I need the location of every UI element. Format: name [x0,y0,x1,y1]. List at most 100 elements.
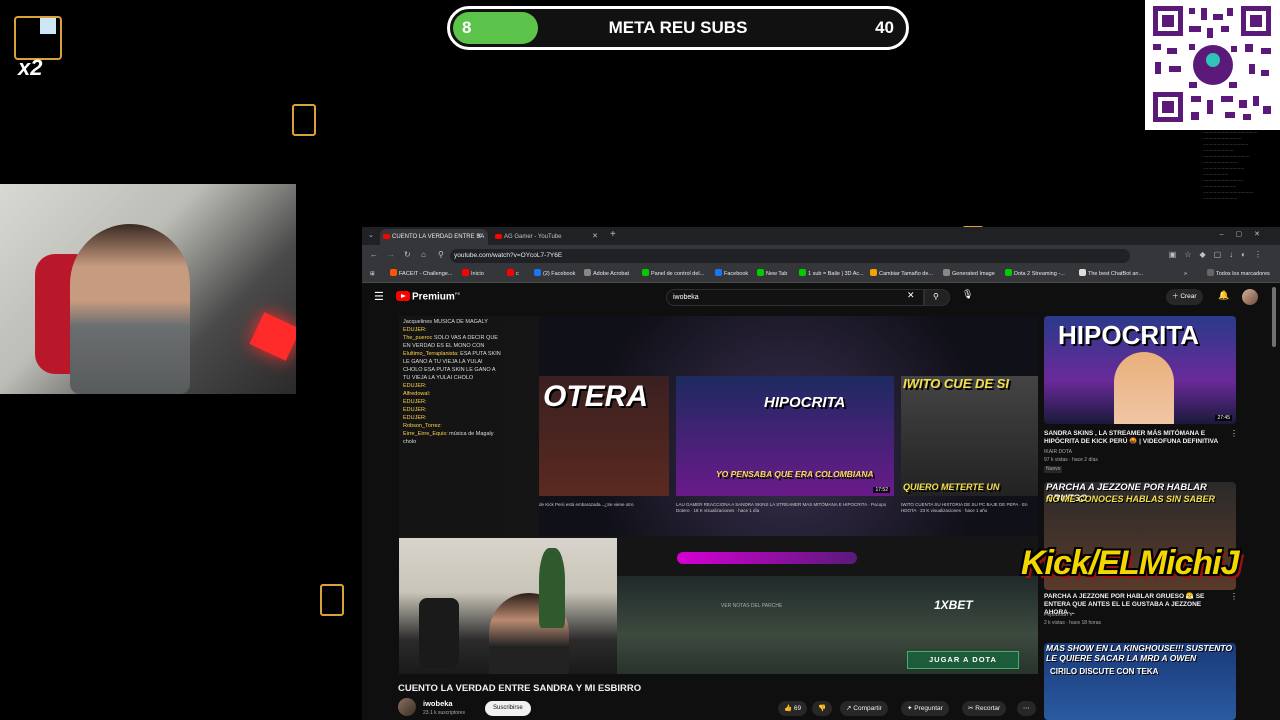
stream-chat-overlay: ········································… [1203,130,1280,210]
play-dota-banner: JUGAR A DOTA [907,651,1019,669]
rec-channel[interactable]: PepoDotaTV [1044,612,1073,619]
bookmark-panel[interactable]: Panel de control del... [642,269,704,279]
sub-goal-target: 40 [875,18,894,37]
scene-thumbnail-2-caption: LAU GAMER REACCIONA A SANDRA SKINS LA ST… [676,502,887,513]
new-tab-icon[interactable]: + [610,229,616,240]
notifications-bell-icon[interactable]: 🔔 [1218,290,1229,301]
bookmark-adobe[interactable]: Adobe Acrobat [584,269,629,279]
more-actions-button[interactable]: ⋯ [1017,701,1036,716]
sponsor-logo: 1XBET [934,598,973,612]
scrollbar[interactable] [1272,287,1276,347]
bookmarks-overflow-icon[interactable]: » [1184,269,1187,279]
scene-thumbnail-3: IWITO CUE DE SI QUIERO METERTE UN [901,376,1038,496]
channel-name[interactable]: iwobeka [423,699,453,708]
christmas-tree [539,548,565,628]
menu-icon[interactable]: ☰ [374,290,384,303]
chat-message: Alfredowal: [403,391,431,397]
close-tab-icon[interactable]: ✕ [592,229,598,245]
video-player[interactable]: Jacquelines MUSICA DE MAGALY EDUJER: The… [399,316,1038,674]
youtube-header: ☰ PremiumPE iwobeka ✕ ⚲ 🎙 ＋ Crear 🔔 [362,283,1280,311]
bookmark-sub-baile[interactable]: 1 sub = Baile | 3D Ac... [799,269,864,279]
scene-thumbnail-3-caption: IWITO CUENTA SU HISTORIA DE SU PC BAJE D… [901,502,1028,513]
create-button[interactable]: ＋ Crear [1166,289,1203,305]
yape-qr-code [1145,0,1280,130]
back-icon[interactable]: ← [370,250,378,259]
sub-goal-bar: 8 META REU SUBS 40 [447,6,909,50]
pixel-trophy-icon [292,104,316,136]
subscribe-button[interactable]: Suscribirse [485,701,531,716]
browser-window: ⌄ CUENTO LA VERDAD ENTRE SA ✕ AG Gamer -… [362,227,1280,720]
red-light [249,312,296,361]
thumbs-up-icon: 👍 [784,705,793,712]
play-triangle-icon [401,293,406,298]
scene-thumbnail-1-caption: de Kick Perú está embarazada...¿Se viene… [539,502,634,507]
chat-message: EDUJER: [403,415,427,421]
dislike-button[interactable]: 👎 [812,701,833,716]
search-button[interactable]: ⚲ [924,289,950,306]
bookmark-inicio[interactable]: Inicio [462,269,484,279]
bookmark-facebook-2[interactable]: (2) Facebook [534,269,575,279]
chat-message: Elultimo_Terraplanista: ESA PUTA SKIN LE… [403,351,501,381]
all-bookmarks[interactable]: Todos los marcadores [1207,269,1270,279]
sparkle-icon: ✦ [907,705,913,712]
bookmark-cambiar[interactable]: Cambiar Tamaño de... [870,269,933,279]
more-icon: ⋯ [1023,705,1030,712]
scissors-icon: ✂ [968,705,974,712]
bookmark-chatbot[interactable]: The best ChatBot an... [1079,269,1143,279]
duration-badge: 17:52 [873,487,890,493]
scene-thumbnail-1: OTERA [539,376,669,496]
tab-bar: ⌄ CUENTO LA VERDAD ENTRE SA ✕ AG Gamer -… [362,227,1280,245]
rec-title[interactable]: SANDRA SKINS , LA STREAMER MÁS MITÓMANA … [1044,430,1224,446]
tab-video[interactable]: CUENTO LA VERDAD ENTRE SA ✕ [380,229,488,245]
chat-message: Robson_Torrez: [403,423,442,429]
chat-message: The_pueroc SOLO VAS A DECIR QUE EN VERDA… [403,335,498,349]
search-icon: ⚲ [933,292,939,301]
microphone-icon[interactable]: 🎙 [962,289,973,300]
rec-more-icon[interactable]: ⋮ [1230,429,1238,438]
bookmark-dota-streaming[interactable]: Dota 2 Streaming -... [1005,269,1065,279]
chat-line: ·························· [1203,196,1238,201]
youtube-premium-label[interactable]: PremiumPE [412,291,460,302]
bookmarks-bar: ⊞ FACEIT - Challenge... Inicio c (2) Fac… [362,267,1280,283]
like-button[interactable]: 👍 69 [778,701,808,716]
share-button[interactable]: ↗ Compartir [840,701,888,716]
window-controls[interactable]: –▢✕ [1220,230,1272,238]
tab-search-icon[interactable]: ⌄ [368,231,374,239]
clip-button[interactable]: ✂ Recortar [962,701,1007,716]
channel-avatar[interactable] [398,698,416,716]
ask-button[interactable]: ✦ Preguntar [901,701,949,716]
home-icon[interactable]: ⌂ [421,250,426,259]
rec-more-icon[interactable]: ⋮ [1230,592,1238,601]
bookmark-c[interactable]: c [507,269,519,279]
chat-message: EDUJER: [403,407,427,413]
account-avatar[interactable] [1242,289,1258,305]
apps-icon[interactable]: ⊞ [370,269,375,279]
rec-meta: 2 k vistas · hace 18 horas [1044,620,1101,626]
reload-icon[interactable]: ↻ [404,250,411,259]
youtube-favicon-icon [495,234,502,239]
bookmark-generated-image[interactable]: Generated Image [943,269,995,279]
rec-thumbnail-1[interactable]: HIPOCRITA 27:45 [1044,316,1236,424]
close-tab-icon[interactable]: ✕ [476,229,482,245]
search-input[interactable]: iwobeka [666,289,924,306]
duration-badge: 27:45 [1215,415,1232,421]
clear-search-icon[interactable]: ✕ [907,290,915,301]
pixel-trophy-icon [320,584,344,616]
youtube-favicon-icon [383,234,390,239]
bookmark-facebook[interactable]: Facebook [715,269,748,279]
rec-channel[interactable]: IKAIR DOTA [1044,449,1072,456]
chair [419,598,459,668]
rec-thumbnail-3[interactable]: MAS SHOW EN LA KINGHOUSE!!! SUSTENTO LE … [1044,643,1236,720]
extension-icons[interactable]: ▣☆◆▢↓◐⋮ [1169,250,1270,259]
bookmark-new-tab[interactable]: New Tab [757,269,787,279]
tab-ag-gamer[interactable]: AG Gamer - YouTube ✕ [492,229,604,245]
scene-thumbnail-2: HIPOCRITA YO PENSABA QUE ERA COLOMBIANA … [676,376,894,496]
pixel-square-icon [40,18,56,34]
bookmark-faceit[interactable]: FACEIT - Challenge... [390,269,452,279]
chat-message: EDUJER: [403,399,427,405]
forward-icon[interactable]: → [387,250,395,259]
url-input[interactable]: youtube.com/watch?v=OYcoL7-7Y6E [450,249,1130,263]
site-info-icon[interactable]: ⚲ [438,250,444,259]
player-stream-chat: Jacquelines MUSICA DE MAGALY EDUJER: The… [399,316,504,536]
thumbs-down-icon: 👎 [818,705,827,712]
